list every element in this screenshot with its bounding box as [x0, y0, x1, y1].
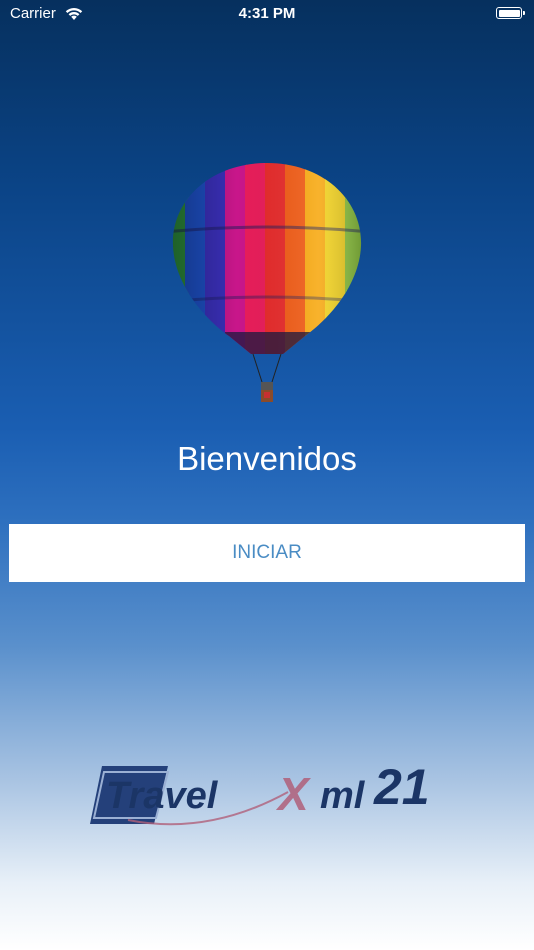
welcome-title: Bienvenidos — [177, 440, 357, 477]
svg-text:Travel: Travel — [106, 775, 219, 817]
battery-icon — [496, 7, 525, 19]
status-bar: Carrier 4:31 PM — [0, 0, 534, 28]
hot-air-balloon-image — [165, 160, 369, 410]
start-button-label: INICIAR — [232, 542, 302, 563]
start-button[interactable]: INICIAR — [9, 524, 525, 582]
travelxml21-logo: Travel X ml 21 — [88, 752, 448, 832]
svg-text:X: X — [275, 768, 311, 820]
svg-text:ml: ml — [320, 775, 366, 817]
clock: 4:31 PM — [238, 5, 296, 22]
svg-text:21: 21 — [373, 759, 430, 815]
